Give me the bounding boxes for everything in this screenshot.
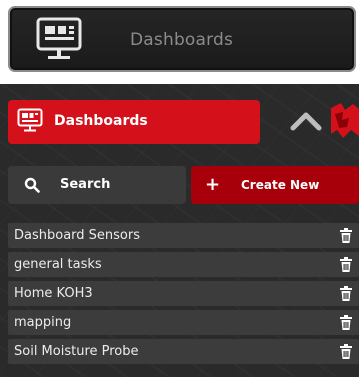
dashboards-button-label: Dashboards <box>54 113 148 129</box>
trash-icon[interactable] <box>340 344 352 359</box>
create-new-label: Create New <box>241 178 320 192</box>
search-label: Search <box>60 177 111 192</box>
dashboard-monitor-icon <box>17 108 43 132</box>
dashboard-name: mapping <box>14 315 72 330</box>
plus-icon: + <box>205 174 221 195</box>
dashboard-name: Home KOH3 <box>14 286 93 301</box>
search-icon <box>24 177 40 193</box>
search-button[interactable]: Search <box>8 166 186 204</box>
list-item[interactable]: Dashboard Sensors <box>8 223 359 248</box>
dashboards-button[interactable]: Dashboards <box>8 100 260 144</box>
trash-icon[interactable] <box>340 228 352 243</box>
trash-icon[interactable] <box>340 257 352 272</box>
dashboard-list: Dashboard Sensors general tasks Home KOH… <box>8 223 359 368</box>
dashboards-menu-item[interactable]: Dashboards <box>8 6 356 72</box>
dashboard-name: general tasks <box>14 257 102 272</box>
create-new-button[interactable]: + Create New <box>191 166 359 204</box>
list-item[interactable]: mapping <box>8 310 359 335</box>
dashboards-menu-label: Dashboards <box>130 30 234 50</box>
list-item[interactable]: Home KOH3 <box>8 281 359 306</box>
dashboard-name: Dashboard Sensors <box>14 228 140 243</box>
red-brand-logo-icon <box>331 103 359 138</box>
dashboard-name: Soil Moisture Probe <box>14 344 139 359</box>
trash-icon[interactable] <box>340 286 352 301</box>
chevron-up-icon[interactable] <box>289 110 323 132</box>
dashboards-panel: Dashboards Search + Create New Dashboard… <box>0 84 359 377</box>
list-item[interactable]: general tasks <box>8 252 359 277</box>
dashboard-monitor-icon <box>36 17 82 59</box>
trash-icon[interactable] <box>340 315 352 330</box>
list-item[interactable]: Soil Moisture Probe <box>8 339 359 364</box>
